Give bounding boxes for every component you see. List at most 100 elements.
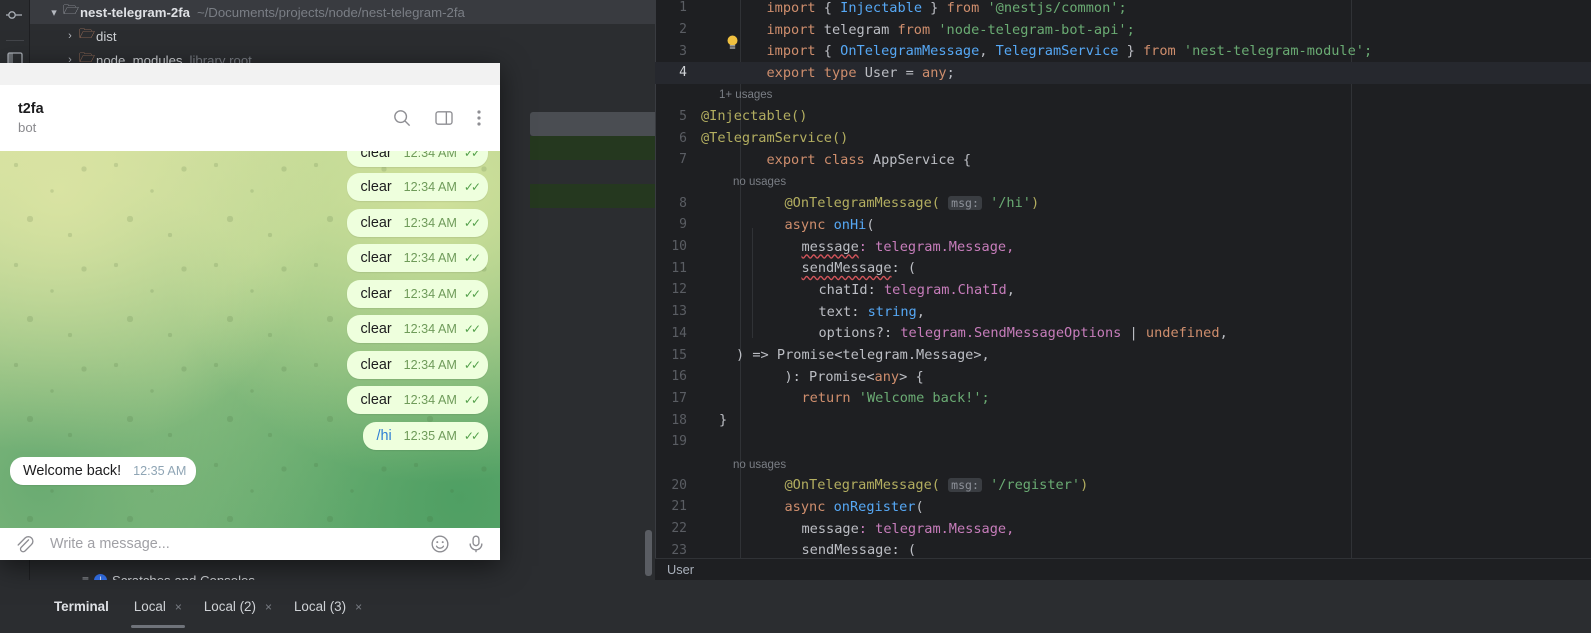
message-row-incoming[interactable]: Welcome back! 12:35 AM — [10, 457, 197, 485]
read-ticks-icon: ✓✓ — [463, 393, 481, 407]
line-number: 9 — [679, 217, 687, 233]
terminal-rail — [0, 580, 30, 633]
token: export — [766, 64, 816, 81]
line-number: 23 — [671, 542, 687, 558]
line-number: 14 — [671, 325, 687, 341]
close-icon[interactable]: × — [355, 600, 362, 614]
tree-row-project-root[interactable]: ▾ 🗁 nest-telegram-2fa ~/Documents/projec… — [30, 0, 655, 24]
code-line-17[interactable]: 17 return 'Welcome back!'; — [655, 388, 1591, 410]
message-bubble[interactable]: clear 12:34 AM ✓✓ — [347, 244, 488, 272]
message-time: 12:35 AM — [133, 464, 187, 478]
token: } — [1118, 43, 1143, 60]
microphone-icon[interactable] — [466, 534, 486, 554]
intention-bulb-icon[interactable] — [726, 35, 739, 50]
editor-scrollbar[interactable] — [645, 530, 652, 576]
chevron-down-icon[interactable]: ▾ — [46, 6, 62, 19]
message-bubble[interactable]: clear 12:34 AM ✓✓ — [347, 350, 488, 379]
token: = — [897, 64, 923, 81]
message-text: clear — [360, 250, 392, 266]
terminal-tab-local-3[interactable]: Local (3) × — [283, 588, 373, 625]
breadcrumb[interactable]: User — [655, 558, 1591, 580]
read-ticks-icon: ✓✓ — [463, 215, 481, 230]
message-row[interactable]: clear 12:34 AM ✓✓ — [347, 173, 488, 201]
emoji-icon[interactable] — [430, 534, 450, 554]
message-bubble[interactable]: clear 12:34 AM ✓✓ — [347, 386, 488, 414]
token: return — [801, 390, 851, 407]
code-line-7[interactable]: 7 export class AppService { — [655, 149, 1591, 171]
message-bubble[interactable]: Welcome back! 12:35 AM — [10, 457, 197, 485]
message-text: clear — [360, 285, 392, 302]
token: AppService — [872, 151, 955, 168]
tree-root-label: nest-telegram-2fa — [80, 4, 190, 20]
sidebar-panel-icon[interactable] — [434, 108, 454, 128]
message-bubble[interactable]: clear 12:34 AM ✓✓ — [347, 208, 488, 237]
code-line-23[interactable]: 23 sendMessage: ( — [655, 540, 1591, 558]
search-icon[interactable] — [392, 108, 412, 128]
code-line-4[interactable]: 4 export type User = any; — [655, 62, 1591, 84]
code-editor[interactable]: 1 import { Injectable } from '@nestjs/co… — [655, 0, 1591, 558]
code-line-5[interactable]: 5 @Injectable() — [655, 106, 1591, 128]
message-bubble[interactable]: clear 12:34 AM ✓✓ — [347, 151, 488, 167]
token: sendMessage — [801, 542, 892, 558]
more-menu-icon[interactable] — [476, 108, 482, 128]
message-row[interactable]: clear 12:34 AM ✓✓ — [347, 315, 488, 343]
telegram-composer[interactable] — [0, 528, 500, 560]
token: , — [1006, 281, 1015, 298]
message-bubble[interactable]: clear 12:34 AM ✓✓ — [347, 173, 488, 201]
message-row[interactable]: clear 12:34 AM ✓✓ — [347, 244, 488, 272]
paperclip-icon[interactable] — [14, 534, 34, 554]
tree-row-dist[interactable]: › 🗁 dist — [30, 24, 655, 48]
parameter-hint: msg: — [948, 478, 982, 493]
line-number: 7 — [679, 152, 687, 168]
line-number: 6 — [679, 130, 687, 146]
code-line-14[interactable]: 14 options?: telegram.SendMessageOptions… — [655, 323, 1591, 345]
code-line-18[interactable]: 18 } — [655, 409, 1591, 431]
tree-row-hidden[interactable] — [530, 136, 675, 160]
folder-icon: 🗁 — [62, 2, 80, 17]
message-time: 12:34 AM — [403, 357, 457, 372]
code-line-19[interactable]: 19 — [655, 431, 1591, 453]
vcs-commit-icon[interactable] — [6, 6, 24, 24]
message-meta: 12:34 AM ✓✓ — [403, 215, 481, 230]
message-text[interactable]: /hi — [376, 428, 391, 444]
tree-row-hidden[interactable] — [530, 184, 675, 208]
telegram-message-list[interactable]: clear 12:34 AM ✓✓ clear 12:34 AM ✓✓ clea… — [0, 151, 500, 528]
message-text: clear — [360, 214, 392, 231]
message-meta: 12:35 AM ✓✓ — [404, 429, 481, 443]
message-time: 12:34 AM — [403, 251, 457, 265]
terminal-tab-local-2[interactable]: Local (2) × — [193, 588, 283, 625]
message-time: 12:34 AM — [403, 215, 457, 230]
tree-row-hidden[interactable] — [530, 112, 670, 136]
line-number: 1 — [679, 0, 687, 16]
terminal-tab-local[interactable]: Local × — [123, 588, 193, 628]
token: User — [864, 64, 898, 81]
close-icon[interactable]: × — [175, 600, 182, 614]
token: any — [922, 64, 947, 81]
parameter-hint: msg: — [948, 196, 982, 211]
message-meta: 12:34 AM ✓✓ — [403, 357, 481, 372]
telegram-window[interactable]: t2fa bot clear 12:34 AM ✓✓ clear 12:34 A… — [0, 63, 500, 560]
close-icon[interactable]: × — [265, 600, 272, 614]
message-row[interactable]: clear 12:34 AM ✓✓ — [347, 208, 488, 237]
token: TelegramService — [995, 43, 1119, 60]
usages-hint-1[interactable]: 1+ usages — [655, 84, 1591, 106]
message-input[interactable] — [50, 536, 414, 552]
message-row[interactable]: clear 12:34 AM ✓✓ — [347, 350, 488, 379]
message-row[interactable]: clear 12:34 AM ✓✓ — [347, 386, 488, 414]
tree-row-hidden[interactable] — [530, 160, 675, 184]
message-meta: 12:34 AM ✓✓ — [403, 251, 481, 265]
message-row[interactable]: clear 12:34 AM ✓✓ — [347, 151, 488, 167]
message-text: clear — [360, 151, 392, 161]
telegram-titlebar[interactable] — [0, 63, 500, 85]
telegram-chat-header[interactable]: t2fa bot — [0, 85, 500, 151]
folder-icon: 🗁 — [78, 26, 96, 41]
message-bubble-command[interactable]: /hi 12:35 AM ✓✓ — [363, 421, 488, 450]
message-time: 12:34 AM — [403, 151, 457, 160]
terminal-tool-window: Terminal Local × Local (2) × Local (3) × — [0, 580, 1591, 633]
line-number: 17 — [671, 390, 687, 406]
message-row[interactable]: clear 12:34 AM ✓✓ — [347, 279, 488, 308]
message-bubble[interactable]: clear 12:34 AM ✓✓ — [347, 315, 488, 343]
message-row[interactable]: /hi 12:35 AM ✓✓ — [363, 421, 488, 450]
chevron-right-icon[interactable]: › — [62, 30, 78, 42]
message-bubble[interactable]: clear 12:34 AM ✓✓ — [347, 279, 488, 308]
